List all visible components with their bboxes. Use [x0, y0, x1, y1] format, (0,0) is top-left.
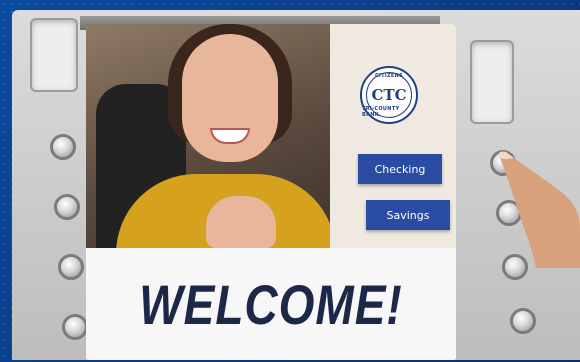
agent-photo	[86, 24, 356, 264]
savings-button[interactable]: Savings	[366, 200, 450, 230]
bank-logo: CITIZENS CTC TRI-COUNTY BANK	[360, 66, 418, 124]
left-side-button-4[interactable]	[62, 314, 88, 340]
card-slot-right	[470, 40, 514, 124]
left-side-button-2[interactable]	[54, 194, 80, 220]
logo-text-bottom: TRI-COUNTY BANK	[362, 106, 400, 118]
menu-panel: CITIZENS CTC TRI-COUNTY BANK Checking Sa…	[330, 24, 456, 248]
atm-screen: CITIZENS CTC TRI-COUNTY BANK Checking Sa…	[86, 24, 456, 360]
left-side-button-1[interactable]	[50, 134, 76, 160]
logo-text-top: CITIZENS	[374, 73, 404, 79]
card-slot-left	[30, 18, 78, 92]
pointing-finger-image	[498, 151, 580, 268]
welcome-banner: WELCOME!	[86, 248, 456, 360]
checking-button[interactable]: Checking	[358, 154, 442, 184]
left-side-button-3[interactable]	[58, 254, 84, 280]
right-side-button-4[interactable]	[510, 308, 536, 334]
welcome-text: WELCOME!	[139, 273, 403, 337]
hands-shape	[206, 196, 276, 248]
